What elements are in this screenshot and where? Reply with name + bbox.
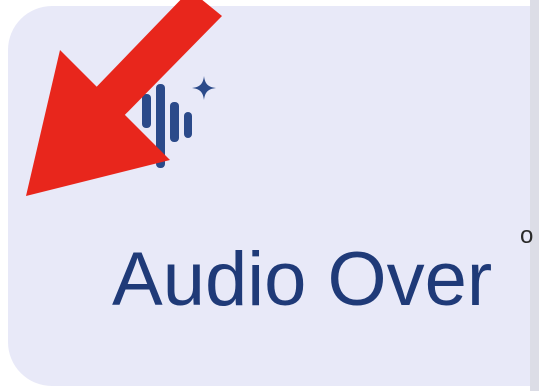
audio-overview-card[interactable]: Audio Over [8, 6, 539, 386]
adjacent-card-edge[interactable] [530, 0, 539, 391]
adjacent-card-text-fragment: o [520, 222, 534, 249]
screenshot-stage: Audio Over o [0, 0, 539, 391]
audio-waveform-sparkle-icon [142, 76, 216, 168]
card-title: Audio Over [112, 237, 493, 322]
